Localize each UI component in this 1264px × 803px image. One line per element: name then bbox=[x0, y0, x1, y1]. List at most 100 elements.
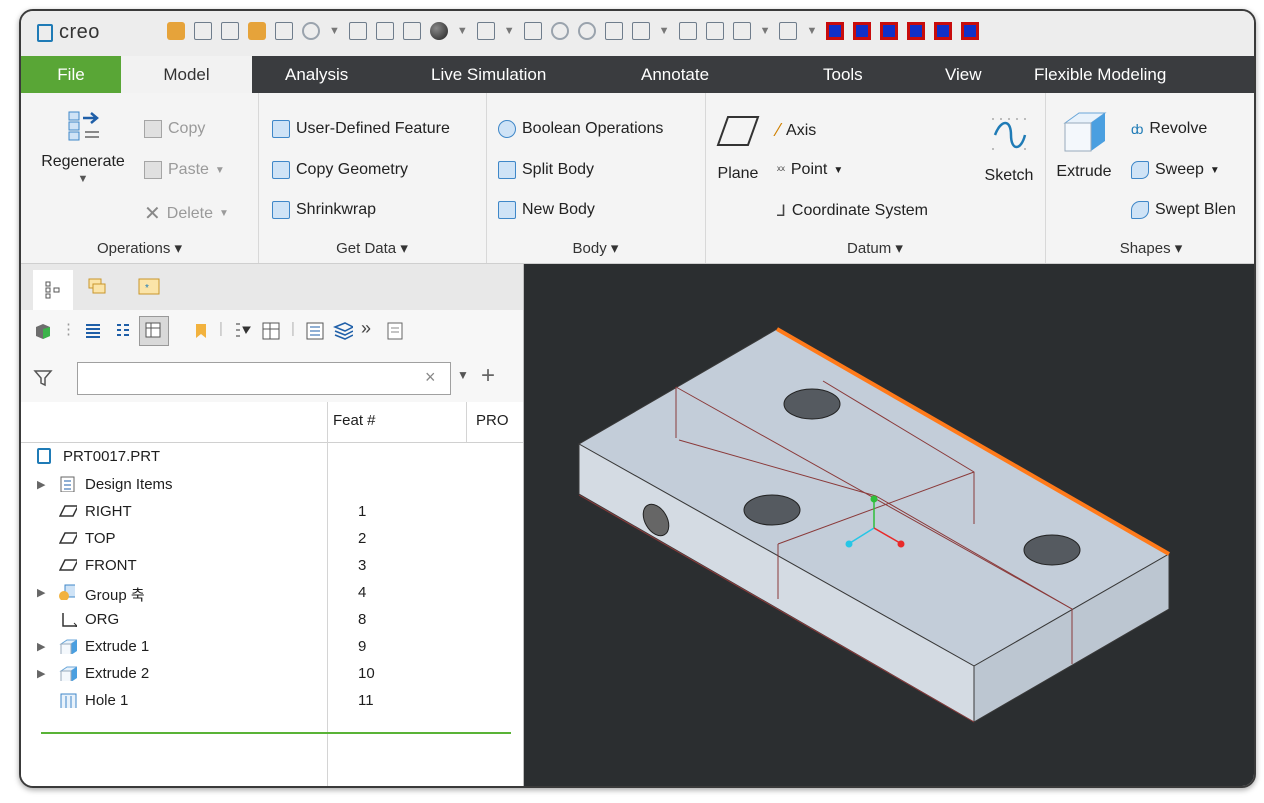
model-cube-icon[interactable] bbox=[33, 321, 53, 341]
tree-item-top[interactable]: TOP 2 bbox=[21, 526, 523, 553]
settings-icon[interactable] bbox=[275, 22, 293, 40]
orient-icon[interactable] bbox=[631, 22, 650, 40]
operations-group-label[interactable]: Operations ▾ bbox=[21, 239, 258, 257]
dimension-icon[interactable] bbox=[523, 22, 542, 40]
plane-button[interactable]: Plane bbox=[711, 111, 765, 183]
tree-settings-icon[interactable] bbox=[385, 321, 405, 341]
revolve-button[interactable]: ȸ Revolve bbox=[1131, 120, 1207, 138]
split-body-button[interactable]: Split Body bbox=[498, 161, 594, 179]
tree-item-label: Extrude 2 bbox=[85, 665, 150, 682]
regenerate-dropdown-icon[interactable]: ▼ bbox=[33, 173, 133, 185]
highlight-icon[interactable] bbox=[191, 321, 211, 341]
expand-icon[interactable]: ▶ bbox=[37, 478, 45, 491]
tree-item-extrude-1[interactable]: ▶ Extrude 1 9 bbox=[21, 634, 523, 661]
shapes-group-label[interactable]: Shapes ▾ bbox=[1045, 239, 1254, 257]
window-icon[interactable] bbox=[348, 22, 367, 40]
open-icon[interactable] bbox=[248, 22, 266, 40]
save-icon[interactable] bbox=[221, 22, 239, 40]
coordinate-system-button[interactable]: ⅃ Coordinate System bbox=[777, 201, 928, 221]
tree-item-hole-1[interactable]: Hole 1 11 bbox=[21, 688, 523, 715]
diameter-icon[interactable] bbox=[577, 22, 596, 40]
tab-annotate[interactable]: Annotate bbox=[641, 56, 709, 93]
tree-item-front[interactable]: FRONT 3 bbox=[21, 553, 523, 580]
tree-item-extrude-2[interactable]: ▶ Extrude 2 10 bbox=[21, 661, 523, 688]
tolerance-icon[interactable] bbox=[732, 22, 751, 40]
copy-geometry-button[interactable]: Copy Geometry bbox=[272, 161, 408, 179]
new-file-icon[interactable] bbox=[194, 22, 212, 40]
more-icon[interactable]: » bbox=[361, 318, 371, 339]
tree-columns-settings-icon[interactable] bbox=[261, 321, 281, 341]
regenerate-icon[interactable] bbox=[167, 22, 185, 40]
sketch-icon bbox=[992, 118, 1027, 150]
layer-stack-icon[interactable] bbox=[333, 321, 353, 341]
body-label-text: Body bbox=[572, 240, 607, 257]
close-icon[interactable] bbox=[678, 22, 697, 40]
regenerate-button[interactable]: Regenerate ▼ bbox=[33, 109, 133, 185]
tab-live-simulation[interactable]: Live Simulation bbox=[431, 56, 546, 93]
column-divider[interactable] bbox=[466, 402, 467, 442]
tree-columns-icon[interactable] bbox=[113, 321, 133, 341]
sweep-button[interactable]: Sweep ▼ bbox=[1131, 161, 1220, 179]
cube-view-icon[interactable] bbox=[880, 22, 899, 40]
tree-item-org[interactable]: ORG 8 bbox=[21, 607, 523, 634]
swept-blend-button[interactable]: Swept Blen bbox=[1131, 201, 1236, 219]
shrinkwrap-button[interactable]: Shrinkwrap bbox=[272, 201, 376, 219]
tab-model[interactable]: Model bbox=[121, 56, 252, 93]
cube-view-icon[interactable] bbox=[934, 22, 953, 40]
point-button[interactable]: ˣˣ Point ▼ bbox=[777, 161, 843, 179]
paste-button[interactable]: Paste ▼ bbox=[144, 161, 225, 179]
delete-button[interactable]: ✕ Delete ▼ bbox=[144, 201, 229, 226]
tab-flexible-modeling[interactable]: Flexible Modeling bbox=[1034, 56, 1166, 93]
cube-view-icon[interactable] bbox=[853, 22, 872, 40]
column-pro[interactable]: PRO bbox=[476, 412, 509, 429]
measure-icon[interactable] bbox=[476, 22, 495, 40]
sketch-button[interactable]: Sketch bbox=[979, 115, 1039, 185]
insert-indicator[interactable] bbox=[41, 732, 511, 734]
search-dropdown-icon[interactable]: ▼ bbox=[457, 368, 469, 382]
expand-icon[interactable]: ▶ bbox=[37, 667, 45, 680]
show-icon[interactable] bbox=[305, 321, 325, 341]
get-data-group-label[interactable]: Get Data ▾ bbox=[258, 239, 486, 257]
tree-list-icon[interactable] bbox=[83, 321, 103, 341]
clear-search-icon[interactable]: × bbox=[425, 367, 436, 388]
cube-view-icon[interactable] bbox=[961, 22, 980, 40]
cube-view-icon[interactable] bbox=[907, 22, 926, 40]
sphere-icon[interactable] bbox=[429, 22, 448, 40]
graphics-viewport[interactable] bbox=[524, 264, 1254, 786]
expand-icon[interactable]: ▶ bbox=[37, 586, 45, 599]
body-group-label[interactable]: Body ▾ bbox=[486, 239, 705, 257]
extrude-button[interactable]: Extrude bbox=[1051, 109, 1117, 181]
appearance-icon[interactable] bbox=[402, 22, 421, 40]
annotation-icon[interactable] bbox=[705, 22, 724, 40]
tree-item-right[interactable]: RIGHT 1 bbox=[21, 499, 523, 526]
boolean-operations-button[interactable]: Boolean Operations bbox=[498, 120, 663, 138]
tab-favorites[interactable]: * bbox=[137, 274, 161, 298]
tab-tools[interactable]: Tools bbox=[823, 56, 863, 93]
edit-icon[interactable] bbox=[375, 22, 394, 40]
tree-root[interactable]: PRT0017.PRT bbox=[21, 444, 523, 471]
search-input[interactable] bbox=[77, 362, 451, 395]
datum-group-label[interactable]: Datum ▾ bbox=[705, 239, 1045, 257]
filter-icon[interactable] bbox=[33, 368, 53, 388]
tree-item-group[interactable]: ▶ Group 축 4 bbox=[21, 580, 523, 607]
tab-analysis[interactable]: Analysis bbox=[285, 56, 348, 93]
axis-button[interactable]: ⁄ Axis bbox=[777, 120, 816, 141]
tab-layers[interactable] bbox=[85, 274, 109, 298]
tree-item-design-items[interactable]: ▶ Design Items bbox=[21, 472, 523, 499]
undo-icon[interactable] bbox=[302, 22, 320, 40]
tree-filter-toggle[interactable] bbox=[139, 316, 169, 346]
curve-icon[interactable] bbox=[550, 22, 569, 40]
tab-model-tree[interactable] bbox=[33, 270, 73, 310]
tab-view[interactable]: View bbox=[945, 56, 982, 93]
angle-icon[interactable] bbox=[604, 22, 623, 40]
column-feat-number[interactable]: Feat # bbox=[333, 412, 376, 429]
tree-filters-icon[interactable] bbox=[233, 321, 253, 341]
new-body-button[interactable]: New Body bbox=[498, 201, 595, 219]
tab-file[interactable]: File bbox=[21, 56, 121, 93]
user-defined-feature-button[interactable]: User-Defined Feature bbox=[272, 120, 450, 138]
plus-minus-icon[interactable] bbox=[779, 22, 798, 40]
expand-icon[interactable]: ▶ bbox=[37, 640, 45, 653]
add-filter-icon[interactable]: + bbox=[481, 362, 495, 390]
copy-button[interactable]: Copy bbox=[144, 120, 205, 138]
cube-view-icon[interactable] bbox=[826, 22, 845, 40]
